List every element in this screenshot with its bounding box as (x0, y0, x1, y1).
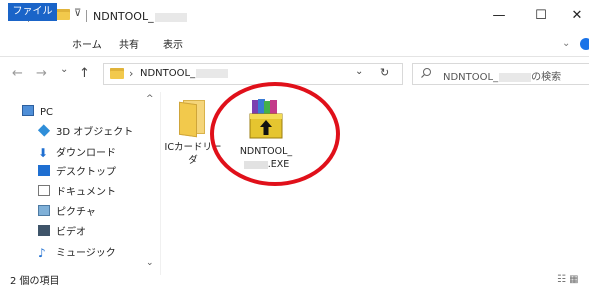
title-bar: ⊽ NDNTOOL_ — ☐ ✕ (0, 0, 589, 34)
sidebar-item-music[interactable]: ♪ ミュージック (38, 244, 116, 262)
3d-objects-icon (37, 124, 51, 137)
sidebar-item-label: ミュージック (56, 248, 116, 259)
sidebar-item-videos[interactable]: ビデオ (38, 224, 86, 242)
recent-locations-icon[interactable]: ⌄ (60, 64, 68, 75)
quick-access-dropdown-icon[interactable]: ⊽ (74, 8, 81, 19)
sidebar-item-downloads[interactable]: ⬇ ダウンロード (38, 144, 116, 162)
sidebar-item-label: ビデオ (56, 227, 86, 238)
highlight-circle (210, 82, 340, 186)
pc-icon (22, 105, 34, 116)
music-icon: ♪ (38, 246, 46, 260)
window-title: NDNTOOL_ (93, 10, 187, 23)
address-dropdown-icon[interactable]: ⌄ (355, 66, 363, 77)
minimize-button[interactable]: — (479, 4, 519, 28)
sidebar-item-pc[interactable]: PC (22, 104, 53, 122)
pictures-icon (38, 205, 50, 216)
sidebar-item-label: デスクトップ (56, 167, 116, 178)
tab-home[interactable]: ホーム (72, 37, 102, 54)
videos-icon (38, 225, 50, 236)
search-icon (420, 67, 432, 82)
sidebar-item-label: ピクチャ (56, 207, 96, 218)
up-button[interactable]: ↑ (79, 66, 90, 81)
breadcrumb-separator-icon[interactable]: › (129, 67, 133, 80)
sidebar-item-3d-objects[interactable]: 3D オブジェクト (37, 124, 134, 142)
breadcrumb-path[interactable]: NDNTOOL_ (140, 68, 229, 79)
help-icon[interactable] (580, 38, 589, 50)
sidebar-item-label: ダウンロード (56, 148, 116, 159)
sidebar-item-label: 3D オブジェクト (56, 127, 134, 138)
new-folder-icon[interactable] (56, 9, 70, 20)
sidebar-item-desktop[interactable]: デスクトップ (38, 164, 116, 182)
sidebar-item-documents[interactable]: ドキュメント (38, 184, 116, 202)
scroll-up-button[interactable]: ^ (146, 94, 154, 104)
refresh-icon[interactable]: ↻ (380, 66, 389, 79)
status-item-count: 2 個の項目 (10, 276, 60, 287)
download-icon: ⬇ (38, 146, 49, 160)
folder-icon (110, 68, 124, 79)
view-toggle-icons[interactable]: ☷ ▦ (557, 274, 579, 285)
documents-icon (38, 185, 50, 196)
expand-ribbon-icon[interactable]: ⌄ (562, 38, 570, 49)
search-placeholder: NDNTOOL_ の検索 (443, 72, 562, 83)
desktop-icon (38, 165, 50, 176)
scroll-down-button[interactable]: ⌄ (146, 258, 154, 268)
divider (86, 10, 87, 22)
maximize-button[interactable]: ☐ (521, 4, 561, 28)
tab-share[interactable]: 共有 (119, 37, 139, 54)
tab-file[interactable]: ファイル (8, 3, 57, 21)
close-button[interactable]: ✕ (557, 4, 589, 28)
sidebar-item-label: PC (40, 107, 54, 118)
back-button[interactable]: ← (12, 66, 23, 81)
sidebar-item-pictures[interactable]: ピクチャ (38, 204, 96, 222)
tab-view[interactable]: 表示 (163, 37, 183, 54)
folder-icon (179, 100, 207, 138)
sidebar-item-label: ドキュメント (56, 187, 116, 198)
forward-button[interactable]: → (36, 66, 47, 81)
